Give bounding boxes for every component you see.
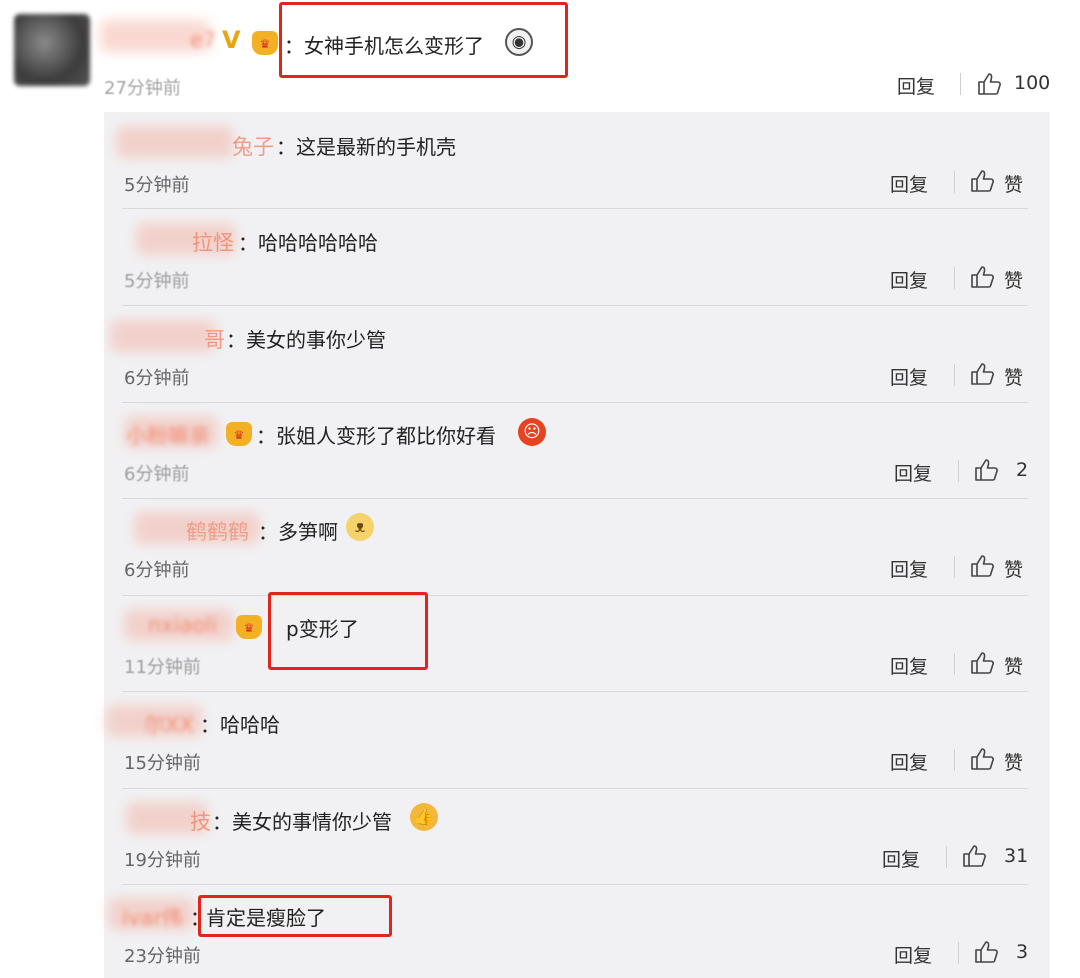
like-count[interactable]: 赞 bbox=[1004, 652, 1023, 679]
username[interactable]: 小粉嘛亲 bbox=[126, 420, 210, 450]
like-count[interactable]: 赞 bbox=[1004, 266, 1023, 293]
reply-button[interactable]: 回复 bbox=[882, 845, 920, 872]
username-blur bbox=[116, 126, 234, 158]
username[interactable]: 鹤鹤鹤 bbox=[186, 516, 249, 546]
reply-text: ：美女的事情你少管 bbox=[212, 810, 392, 834]
angry-face-icon: ☹ bbox=[518, 418, 546, 446]
reply-text: ：张姐人变形了都比你好看 bbox=[256, 424, 496, 448]
comment-time: 27分钟前 bbox=[104, 78, 181, 99]
highlight-box bbox=[268, 592, 428, 670]
reply-item: 小粉嘛亲 ♛ ：张姐人变形了都比你好看 ☹ 6分钟前 回复 2 bbox=[104, 403, 1050, 499]
username[interactable]: ivar伟 bbox=[122, 902, 183, 932]
reply-text: ：这是最新的手机壳 bbox=[276, 135, 456, 159]
highlight-box bbox=[279, 2, 568, 78]
reply-button[interactable]: 回复 bbox=[890, 555, 928, 582]
vip-crown-icon: ♛ bbox=[252, 31, 278, 55]
thumbs-up-icon[interactable] bbox=[970, 169, 996, 193]
divider bbox=[954, 653, 955, 675]
main-comment: e7 V ♛ ：女神手机怎么变形了 ◉ 27分钟前 回复 100 bbox=[0, 0, 1080, 112]
reply-time: 11分钟前 bbox=[124, 657, 201, 678]
reply-time: 23分钟前 bbox=[124, 946, 201, 967]
divider bbox=[960, 73, 961, 95]
thumbs-up-icon[interactable] bbox=[970, 651, 996, 675]
reply-item: ivar伟 ： 肯定是瘦脸了 23分钟前 回复 3 bbox=[104, 885, 1050, 978]
reply-item: 哥 ：美女的事你少管 6分钟前 回复 赞 bbox=[104, 306, 1050, 403]
reply-text: ：美女的事你少管 bbox=[226, 328, 386, 352]
thumbs-up-icon[interactable] bbox=[974, 940, 1000, 964]
reply-item: 鹤鹤鹤 ：多笋啊 ᴥ 6分钟前 回复 赞 bbox=[104, 499, 1050, 596]
divider bbox=[954, 364, 955, 386]
reply-button[interactable]: 回复 bbox=[890, 170, 928, 197]
reply-text: ：哈哈哈 bbox=[200, 713, 280, 737]
like-count[interactable]: 赞 bbox=[1004, 748, 1023, 775]
like-count[interactable]: 赞 bbox=[1004, 170, 1023, 197]
username[interactable]: 拉怪 bbox=[192, 227, 234, 257]
username[interactable]: 尔XX bbox=[144, 709, 194, 739]
username[interactable]: 哥 bbox=[204, 324, 225, 354]
like-count[interactable]: 赞 bbox=[1004, 363, 1023, 390]
like-count[interactable]: 100 bbox=[1014, 72, 1050, 94]
reply-text: ：哈哈哈哈哈哈 bbox=[238, 231, 378, 255]
reply-item: 拉怪 ：哈哈哈哈哈哈 5分钟前 回复 赞 bbox=[104, 209, 1050, 306]
reply-time: 5分钟前 bbox=[124, 175, 190, 196]
reply-time: 15分钟前 bbox=[124, 753, 201, 774]
username-blur bbox=[110, 320, 216, 352]
reply-button[interactable]: 回复 bbox=[890, 652, 928, 679]
reply-item: 尔XX ：哈哈哈 15分钟前 回复 赞 bbox=[104, 692, 1050, 789]
like-count[interactable]: 3 bbox=[1016, 941, 1028, 963]
like-count[interactable]: 31 bbox=[1004, 845, 1028, 867]
divider bbox=[954, 749, 955, 771]
divider bbox=[958, 942, 959, 964]
dog-face-icon: ᴥ bbox=[346, 513, 374, 541]
vip-crown-icon: ♛ bbox=[236, 615, 262, 639]
reply-button[interactable]: 回复 bbox=[894, 459, 932, 486]
reply-button[interactable]: 回复 bbox=[890, 266, 928, 293]
reply-item: nxiaoli ♛ p变形了 11分钟前 回复 赞 bbox=[104, 592, 1050, 692]
divider bbox=[954, 556, 955, 578]
username[interactable]: 兔子 bbox=[232, 131, 274, 161]
divider bbox=[958, 460, 959, 482]
thumbs-up-icon[interactable] bbox=[974, 458, 1000, 482]
reply-time: 6分钟前 bbox=[124, 464, 190, 485]
thumbs-up-icon[interactable] bbox=[970, 362, 996, 386]
divider bbox=[954, 171, 955, 193]
thumbs-up-icon[interactable] bbox=[977, 72, 1003, 96]
reply-time: 19分钟前 bbox=[124, 850, 201, 871]
like-count[interactable]: 2 bbox=[1016, 459, 1028, 481]
reply-item: 兔子 ：这是最新的手机壳 5分钟前 回复 赞 bbox=[104, 112, 1050, 209]
reply-time: 5分钟前 bbox=[124, 271, 190, 292]
thumbs-up-icon[interactable] bbox=[970, 554, 996, 578]
divider bbox=[954, 267, 955, 289]
thumbs-up-emoji-icon: 👍 bbox=[410, 803, 438, 831]
username[interactable]: nxiaoli bbox=[148, 613, 217, 637]
username[interactable]: 技 bbox=[190, 806, 211, 836]
reply-time: 6分钟前 bbox=[124, 560, 190, 581]
reply-item: 技 ：美女的事情你少管 👍 19分钟前 回复 31 bbox=[104, 789, 1050, 885]
avatar[interactable] bbox=[14, 14, 90, 86]
reply-button[interactable]: 回复 bbox=[890, 748, 928, 775]
replies-panel: 兔子 ：这是最新的手机壳 5分钟前 回复 赞 拉怪 ：哈哈哈哈哈哈 5分钟前 回… bbox=[104, 112, 1050, 978]
highlight-box bbox=[198, 895, 392, 937]
vip-crown-icon: ♛ bbox=[226, 422, 252, 446]
thumbs-up-icon[interactable] bbox=[970, 265, 996, 289]
username[interactable]: e7 bbox=[190, 28, 216, 52]
reply-button[interactable]: 回复 bbox=[894, 941, 932, 968]
like-count[interactable]: 赞 bbox=[1004, 555, 1023, 582]
thumbs-up-icon[interactable] bbox=[962, 844, 988, 868]
verified-v-icon: V bbox=[222, 26, 241, 54]
divider bbox=[946, 846, 947, 868]
reply-time: 6分钟前 bbox=[124, 368, 190, 389]
reply-button[interactable]: 回复 bbox=[890, 363, 928, 390]
reply-text: ：多笋啊 bbox=[258, 520, 338, 544]
thumbs-up-icon[interactable] bbox=[970, 747, 996, 771]
reply-button[interactable]: 回复 bbox=[897, 72, 935, 99]
